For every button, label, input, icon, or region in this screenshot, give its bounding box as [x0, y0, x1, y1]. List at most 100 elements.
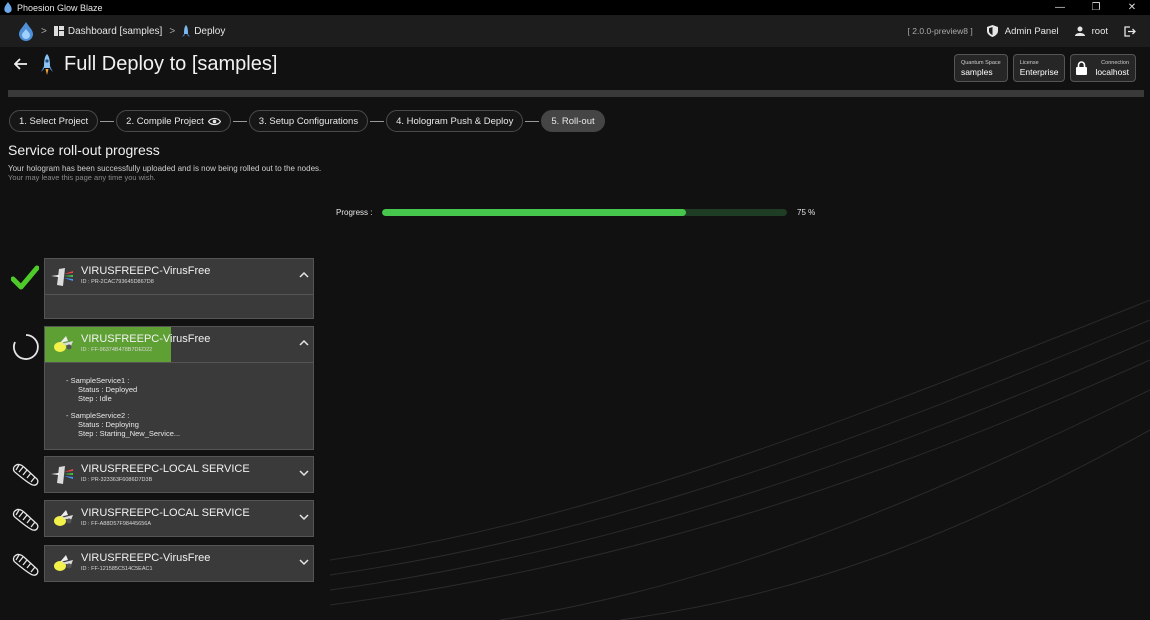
step-roll-out[interactable]: 5. Roll-out — [541, 110, 605, 132]
progress-bar — [382, 209, 787, 216]
node-card-header[interactable]: VIRUSFREEPC-VirusFree ID : PR-2CAC793645… — [45, 259, 313, 294]
step-label: 5. Roll-out — [551, 115, 595, 127]
user-name: root — [1091, 25, 1108, 37]
header-divider-bar — [8, 90, 1144, 97]
user-menu[interactable]: root — [1074, 25, 1108, 37]
node-card: VIRUSFREEPC-VirusFree ID : FF-121585C514… — [44, 545, 314, 582]
step-connector — [525, 120, 540, 122]
admin-panel-link[interactable]: Admin Panel — [986, 25, 1059, 37]
flame-app-icon — [4, 2, 12, 13]
service-status: Status : Deployed — [78, 385, 138, 394]
service-step: Step : Starting_New_Service... — [78, 429, 181, 438]
rocket-icon — [182, 24, 191, 37]
rocket-icon — [41, 54, 53, 75]
connection-value: localhost — [1095, 66, 1129, 77]
node-id: ID : FF-96374B478B7DED22 — [81, 347, 153, 353]
progress-bar-fill — [382, 209, 686, 216]
step-hologram-push-deploy[interactable]: 4. Hologram Push & Deploy — [386, 110, 524, 132]
step-connector — [370, 120, 385, 122]
section-title: Service roll-out progress — [8, 142, 160, 158]
step-select-project[interactable]: 1. Select Project — [9, 110, 99, 132]
chevron-down-icon[interactable] — [299, 469, 309, 477]
minimize-button[interactable]: — — [1042, 0, 1078, 15]
lock-icon — [1076, 61, 1088, 75]
page-header: Full Deploy to [samples] Quantum Space s… — [0, 47, 1150, 89]
navbar: > Dashboard [samples] > Deploy [ 2.0.0-p… — [0, 15, 1150, 47]
admin-panel-label: Admin Panel — [1004, 25, 1059, 37]
node-card: VIRUSFREEPC-LOCAL SERVICE ID : PR-323363… — [44, 456, 314, 493]
close-button[interactable]: ✕ — [1114, 0, 1150, 15]
node-id: ID : FF-121585C514C5EAC1 — [81, 566, 153, 572]
progress-percent: 75 % — [797, 208, 816, 217]
back-arrow-icon[interactable] — [14, 58, 28, 70]
node-card-header[interactable]: VIRUSFREEPC-LOCAL SERVICE ID : PR-323363… — [45, 457, 313, 492]
checkmark-icon — [11, 265, 39, 290]
progress-label: Progress : — [336, 208, 373, 217]
pending-capsule-icon — [12, 508, 39, 531]
service-name: - SampleService1 : — [66, 376, 130, 385]
node-id: ID : PR-323363F6086D7D3B — [81, 477, 153, 483]
window-titlebar: Phoesion Glow Blaze — ❐ ✕ — [0, 0, 1150, 15]
page-title: Full Deploy to [samples] — [64, 53, 278, 75]
breadcrumb-deploy-label: Deploy — [194, 25, 226, 37]
breadcrumb-separator: > — [41, 25, 47, 37]
license-label: License — [1019, 59, 1039, 66]
chevron-up-icon[interactable] — [299, 339, 309, 347]
service-step: Step : Idle — [78, 394, 112, 403]
flame-home-icon[interactable] — [18, 21, 34, 41]
connection-chip[interactable]: Connection localhost — [1070, 54, 1136, 82]
node-card: VIRUSFREEPC-VirusFree ID : FF-96374B478B… — [44, 326, 314, 450]
logout-icon[interactable] — [1124, 25, 1136, 37]
section-note: Your may leave this page any time you wi… — [8, 173, 156, 182]
breadcrumb-dashboard[interactable]: Dashboard [samples] — [53, 25, 163, 37]
pending-capsule-icon — [12, 463, 39, 486]
breadcrumb-separator: > — [169, 25, 176, 37]
hologram-prism-icon — [51, 268, 73, 286]
hologram-prism-icon — [51, 466, 73, 484]
firefly-icon — [54, 555, 73, 571]
chevron-down-icon[interactable] — [299, 558, 309, 566]
node-card-header[interactable]: VIRUSFREEPC-VirusFree ID : FF-121585C514… — [45, 546, 313, 581]
node-card-body: - SampleService1 : Status : Deployed Ste… — [45, 362, 313, 449]
step-connector — [232, 120, 247, 122]
eye-icon[interactable] — [207, 117, 221, 126]
step-label: 2. Compile Project — [126, 115, 204, 127]
chevron-down-icon[interactable] — [299, 513, 309, 521]
step-setup-configurations[interactable]: 3. Setup Configurations — [248, 110, 369, 132]
license-value: Enterprise — [1019, 66, 1059, 77]
node-card-header[interactable]: VIRUSFREEPC-LOCAL SERVICE ID : FF-A88D57… — [45, 501, 313, 536]
version-label: [ 2.0.0-preview8 ] — [907, 26, 973, 36]
service-entry: - SampleService2 : Status : Deploying St… — [45, 411, 313, 438]
node-card-body — [45, 294, 313, 318]
window-title: Phoesion Glow Blaze — [17, 2, 103, 13]
section-description: Your hologram has been successfully uplo… — [8, 164, 322, 173]
node-id: ID : FF-A88D57F98445656A — [81, 521, 152, 527]
loading-spinner-icon — [13, 334, 39, 360]
node-name: VIRUSFREEPC-LOCAL SERVICE — [81, 507, 250, 519]
step-label: 3. Setup Configurations — [258, 115, 359, 127]
breadcrumb-dashboard-label: Dashboard [samples] — [67, 25, 163, 37]
service-name: - SampleService2 : — [66, 411, 130, 420]
quantum-space-chip[interactable]: Quantum Space samples — [953, 54, 1008, 82]
license-chip[interactable]: License Enterprise — [1012, 54, 1066, 82]
user-icon — [1074, 26, 1085, 36]
restore-button[interactable]: ❐ — [1078, 0, 1114, 15]
step-label: 1. Select Project — [19, 115, 89, 127]
navbar-right: [ 2.0.0-preview8 ] Admin Panel root — [908, 15, 1136, 47]
connection-label: Connection — [1101, 59, 1129, 66]
chevron-up-icon[interactable] — [299, 271, 309, 279]
node-name: VIRUSFREEPC-LOCAL SERVICE — [81, 463, 250, 475]
node-card: VIRUSFREEPC-LOCAL SERVICE ID : FF-A88D57… — [44, 500, 314, 537]
firefly-icon — [54, 510, 73, 526]
breadcrumb-deploy[interactable]: Deploy — [182, 24, 226, 38]
firefly-icon — [54, 336, 73, 352]
node-card-header[interactable]: VIRUSFREEPC-VirusFree ID : FF-96374B478B… — [45, 327, 313, 362]
service-status: Status : Deploying — [78, 420, 139, 429]
step-compile-project[interactable]: 2. Compile Project — [116, 110, 231, 132]
node-name: VIRUSFREEPC-VirusFree — [81, 333, 211, 345]
quantum-space-label: Quantum Space — [960, 59, 1001, 66]
dashboard-icon — [53, 26, 64, 36]
service-entry: - SampleService1 : Status : Deployed Ste… — [45, 376, 313, 403]
wizard-steps: 1. Select Project 2. Compile Project 3. … — [9, 110, 605, 132]
node-name: VIRUSFREEPC-VirusFree — [81, 265, 211, 277]
